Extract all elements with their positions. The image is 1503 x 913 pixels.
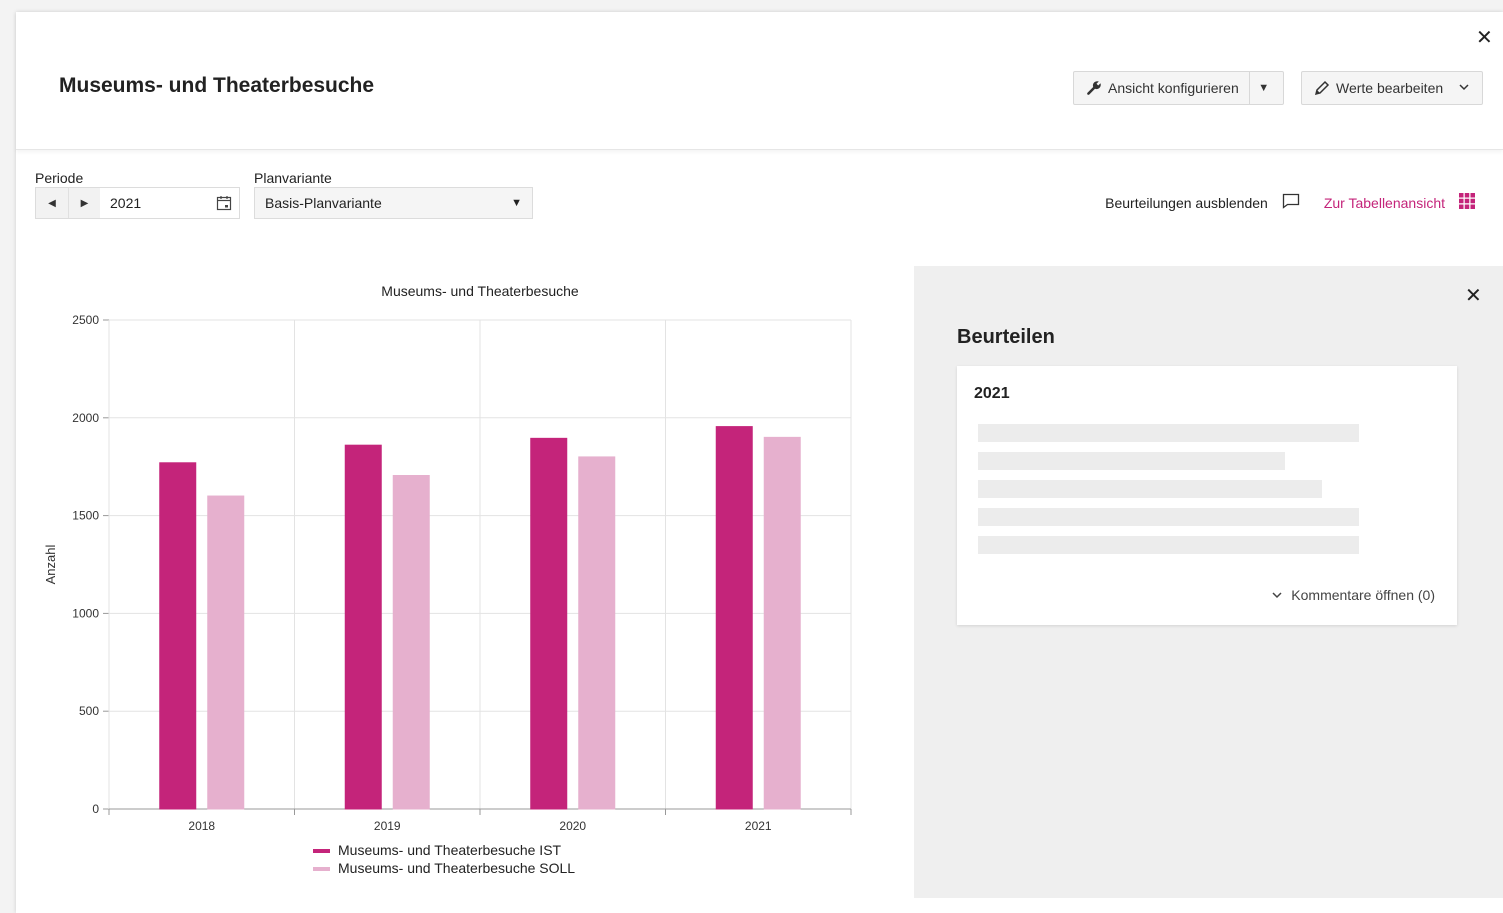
configure-view-label: Ansicht konfigurieren xyxy=(1108,80,1239,96)
y-tick-label: 2500 xyxy=(72,313,99,327)
bar xyxy=(159,462,197,810)
modal-header: Museums- und Theaterbesuche ✕ Ansicht ko… xyxy=(16,12,1503,150)
view-links: Beurteilungen ausblenden Zur Tabellenans… xyxy=(1105,193,1475,212)
chevron-down-icon xyxy=(1271,589,1283,601)
pencil-icon xyxy=(1314,80,1330,96)
x-tick-label: 2020 xyxy=(559,819,586,833)
bar xyxy=(207,495,245,810)
bar xyxy=(715,426,753,810)
y-tick-label: 2000 xyxy=(72,411,99,425)
chevron-down-icon xyxy=(1458,80,1470,96)
chart-area: Museums- und Theaterbesuche 0 500 1000 1500 2… xyxy=(16,267,911,907)
loading-placeholder xyxy=(978,424,1359,442)
review-card-year: 2021 xyxy=(974,385,1010,402)
y-axis-label: Anzahl xyxy=(43,545,58,585)
caret-down-icon: ▼ xyxy=(511,197,522,209)
chart-title: Museums- und Theaterbesuche xyxy=(381,283,579,299)
open-comments-link[interactable]: Kommentare öffnen (0) xyxy=(1271,587,1435,603)
modal-dialog: Museums- und Theaterbesuche ✕ Ansicht ko… xyxy=(16,12,1503,913)
x-tick-label: 2019 xyxy=(374,819,401,833)
x-tick-label: 2018 xyxy=(188,819,215,833)
x-tick-label: 2021 xyxy=(745,819,772,833)
edit-values-label: Werte bearbeiten xyxy=(1336,80,1444,96)
hide-reviews-link[interactable]: Beurteilungen ausblenden xyxy=(1105,195,1268,211)
loading-placeholder xyxy=(978,480,1322,498)
wrench-icon xyxy=(1086,80,1102,96)
legend-label: Museums- und Theaterbesuche SOLL xyxy=(338,860,575,876)
grid-icon[interactable] xyxy=(1459,193,1475,212)
bar xyxy=(344,444,382,810)
prev-period-button[interactable]: ◀ xyxy=(36,188,68,218)
period-picker: ◀ ▶ 2021 xyxy=(35,187,240,219)
legend-label: Museums- und Theaterbesuche IST xyxy=(338,842,562,858)
y-tick-label: 1000 xyxy=(72,606,99,620)
review-panel: ✕ Beurteilen 2021 Kommentare öffnen (0) xyxy=(914,266,1503,898)
y-tick-label: 500 xyxy=(79,704,99,718)
review-panel-title: Beurteilen xyxy=(957,326,1055,348)
period-input[interactable]: 2021 xyxy=(100,195,209,211)
configure-view-button[interactable]: Ansicht konfigurieren ▼ xyxy=(1073,71,1284,105)
bar xyxy=(392,475,430,810)
table-view-link[interactable]: Zur Tabellenansicht xyxy=(1324,195,1445,211)
comment-icon[interactable] xyxy=(1282,193,1300,212)
next-period-button[interactable]: ▶ xyxy=(68,188,100,218)
page-title: Museums- und Theaterbesuche xyxy=(59,74,375,97)
edit-values-button[interactable]: Werte bearbeiten xyxy=(1301,71,1483,105)
loading-placeholder xyxy=(978,452,1285,470)
y-tick-label: 0 xyxy=(92,802,99,816)
bar-chart: Museums- und Theaterbesuche 0 500 1000 1500 2… xyxy=(43,283,852,876)
caret-down-icon[interactable]: ▼ xyxy=(1250,82,1278,94)
bar xyxy=(578,456,616,810)
period-label: Periode xyxy=(35,170,84,186)
loading-placeholder xyxy=(978,536,1359,554)
close-icon[interactable]: ✕ xyxy=(1465,286,1482,306)
plan-variant-value: Basis-Planvariante xyxy=(265,195,382,211)
y-tick-label: 1500 xyxy=(72,509,99,523)
open-comments-label: Kommentare öffnen (0) xyxy=(1291,587,1435,603)
plan-variant-select[interactable]: Basis-Planvariante ▼ xyxy=(254,187,533,219)
plan-variant-label: Planvariante xyxy=(254,170,332,186)
loading-placeholder xyxy=(978,508,1359,526)
close-icon[interactable]: ✕ xyxy=(1476,28,1493,48)
bar xyxy=(763,436,801,810)
bar xyxy=(530,437,568,810)
calendar-icon[interactable] xyxy=(209,195,239,211)
review-card: 2021 Kommentare öffnen (0) xyxy=(957,366,1457,625)
